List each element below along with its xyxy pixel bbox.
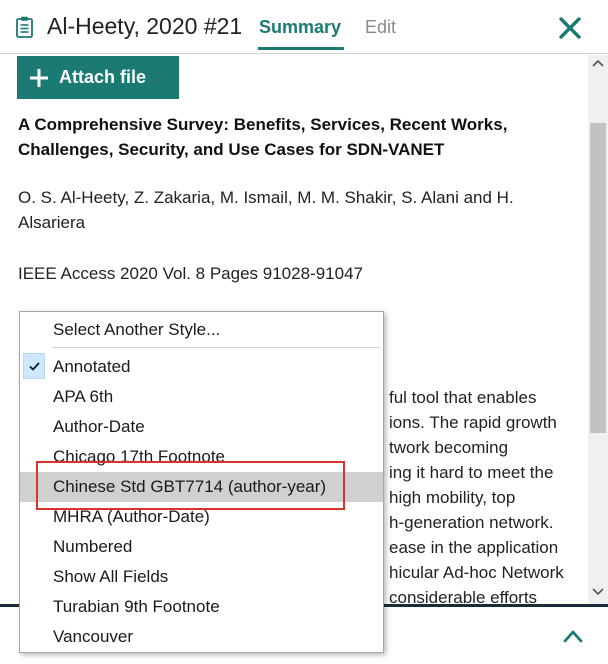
authors-line: Alsariera xyxy=(18,213,86,232)
reference-journal[interactable]: IEEE Access 2020 Vol. 8 Pages 91028-9104… xyxy=(18,261,558,286)
scroll-up-arrow-icon[interactable] xyxy=(592,59,604,67)
citation-style-menu: Select Another Style... Annotated APA 6t… xyxy=(19,311,384,653)
clipboard-icon xyxy=(16,16,33,38)
plus-icon xyxy=(30,68,48,87)
abstract-line: twork becoming xyxy=(389,438,509,457)
abstract-line: h-generation network. xyxy=(389,513,554,532)
menu-item-style-hovered[interactable]: Chinese Std GBT7714 (author-year) xyxy=(20,472,383,502)
menu-item-style[interactable]: Show All Fields xyxy=(20,562,383,592)
reference-article-title[interactable]: A Comprehensive Survey: Benefits, Servic… xyxy=(18,112,558,162)
tab-edit[interactable]: Edit xyxy=(365,17,396,38)
menu-item-style[interactable]: MHRA (Author-Date) xyxy=(20,502,383,532)
abstract-line: ease in the application xyxy=(389,538,559,557)
menu-item-style[interactable]: Author-Date xyxy=(20,412,383,442)
menu-item-select-another-style[interactable]: Select Another Style... xyxy=(20,315,383,345)
scroll-down-arrow-icon[interactable] xyxy=(592,588,604,596)
panel-header: Al-Heety, 2020 #21 Summary Edit xyxy=(0,0,608,54)
authors-line: O. S. Al-Heety, Z. Zakaria, M. Ismail, M… xyxy=(18,188,514,207)
title-line: Challenges, Security, and Use Cases for … xyxy=(18,140,445,159)
reference-title: Al-Heety, 2020 #21 xyxy=(47,13,243,39)
menu-item-style[interactable]: Numbered xyxy=(20,532,383,562)
abstract-line: ing it hard to meet the xyxy=(389,463,554,482)
menu-item-style[interactable]: Annotated xyxy=(20,352,383,382)
chevron-up-icon[interactable] xyxy=(562,629,584,643)
vertical-scrollbar[interactable] xyxy=(588,55,608,604)
close-x-icon[interactable] xyxy=(556,14,584,42)
abstract-line: high mobility, top xyxy=(389,488,516,507)
menu-item-style[interactable]: Vancouver xyxy=(20,622,383,652)
title-line: A Comprehensive Survey: Benefits, Servic… xyxy=(18,115,508,134)
menu-separator xyxy=(53,347,381,348)
abstract-line: ions. The rapid growth xyxy=(389,413,557,432)
scrollbar-thumb[interactable] xyxy=(590,123,606,433)
abstract-line: hicular Ad-hoc Network xyxy=(389,563,564,582)
attach-file-label: Attach file xyxy=(59,67,147,87)
menu-item-style[interactable]: Chicago 17th Footnote xyxy=(20,442,383,472)
tab-summary[interactable]: Summary xyxy=(259,17,341,38)
menu-item-style[interactable]: Turabian 9th Footnote xyxy=(20,592,383,622)
active-tab-indicator xyxy=(258,47,344,50)
reference-authors[interactable]: O. S. Al-Heety, Z. Zakaria, M. Ismail, M… xyxy=(18,185,558,235)
menu-item-style[interactable]: APA 6th xyxy=(20,382,383,412)
abstract-line: ful tool that enables xyxy=(389,388,537,407)
abstract-line: considerable efforts xyxy=(389,588,538,604)
attach-file-button[interactable]: Attach file xyxy=(17,56,179,99)
